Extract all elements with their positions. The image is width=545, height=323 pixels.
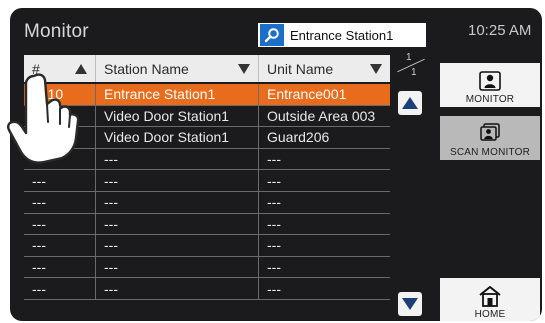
column-station-name[interactable]: Station Name	[96, 55, 259, 82]
cell-number: ---	[24, 278, 96, 299]
monitor-button[interactable]: MONITOR	[440, 63, 540, 107]
cell-station-name: ---	[96, 170, 259, 191]
cell-station-name: ---	[96, 191, 259, 213]
clock-time: 10:25 AM	[468, 22, 532, 39]
table-row[interactable]: --- --- ---	[24, 235, 390, 257]
cell-number: ---	[24, 170, 96, 191]
cell-unit-name: ---	[267, 259, 281, 276]
touch-hand-icon	[7, 73, 80, 164]
cell-unit-name: ---	[267, 280, 281, 297]
column-unit-name-label: Unit Name	[267, 60, 334, 77]
cell-number: ---	[24, 191, 96, 213]
scan-monitor-button-label: SCAN MONITOR	[450, 147, 530, 158]
cell-station-name: ---	[96, 148, 259, 170]
column-unit-name[interactable]: Unit Name	[259, 55, 390, 82]
cell-unit-name: ---	[267, 194, 281, 211]
home-icon	[477, 285, 503, 307]
sort-descending-icon[interactable]	[238, 64, 250, 74]
cell-unit-name: Entrance001	[267, 86, 347, 103]
cell-number: ---	[24, 256, 96, 278]
table-row[interactable]: --- --- ---	[24, 278, 390, 300]
column-station-name-label: Station Name	[104, 60, 189, 77]
cell-station-name: ---	[96, 278, 259, 299]
search-icon[interactable]	[260, 24, 284, 46]
search-value: Entrance Station1	[290, 27, 394, 43]
cell-station-name: Entrance Station1	[96, 84, 259, 105]
table-row[interactable]: --- --- ---	[24, 213, 390, 236]
station-search-field[interactable]: Entrance Station1	[258, 23, 426, 47]
home-button-label: HOME	[474, 309, 506, 320]
cell-unit-name: ---	[267, 151, 281, 168]
table-row[interactable]: --- --- ---	[24, 256, 390, 279]
arrow-up-icon	[402, 97, 418, 109]
monitor-button-label: MONITOR	[465, 94, 515, 105]
cell-unit-name: ---	[267, 237, 281, 254]
arrow-down-icon	[402, 298, 418, 310]
page-title: Monitor	[24, 21, 89, 42]
home-button[interactable]: HOME	[440, 278, 540, 321]
cell-unit-name: Guard206	[267, 129, 330, 146]
sort-descending-icon[interactable]	[370, 64, 382, 74]
cell-station-name: Video Door Station1	[96, 127, 259, 148]
cell-station-name: Video Door Station1	[96, 105, 259, 127]
intercom-device: Monitor Entrance Station1 10:25 AM # Sta…	[0, 0, 545, 323]
current-page: 1	[406, 52, 412, 63]
scan-monitor-button[interactable]: SCAN MONITOR	[440, 116, 540, 160]
table-row[interactable]: --- --- ---	[24, 170, 390, 192]
cell-station-name: ---	[96, 235, 259, 256]
cell-station-name: ---	[96, 213, 259, 235]
total-pages: 1	[411, 67, 417, 78]
cell-unit-name: ---	[267, 172, 281, 189]
scan-person-icon	[477, 123, 503, 145]
page-indicator: 1 1	[393, 52, 427, 86]
cell-unit-name: ---	[267, 215, 281, 232]
cell-number: ---	[24, 235, 96, 256]
scroll-up-button[interactable]	[398, 91, 422, 115]
scroll-down-button[interactable]	[398, 292, 422, 316]
cell-station-name: ---	[96, 256, 259, 278]
person-icon	[477, 70, 503, 92]
cell-number: ---	[24, 213, 96, 235]
table-row[interactable]: --- --- ---	[24, 191, 390, 214]
cell-unit-name: Outside Area 003	[267, 107, 376, 124]
